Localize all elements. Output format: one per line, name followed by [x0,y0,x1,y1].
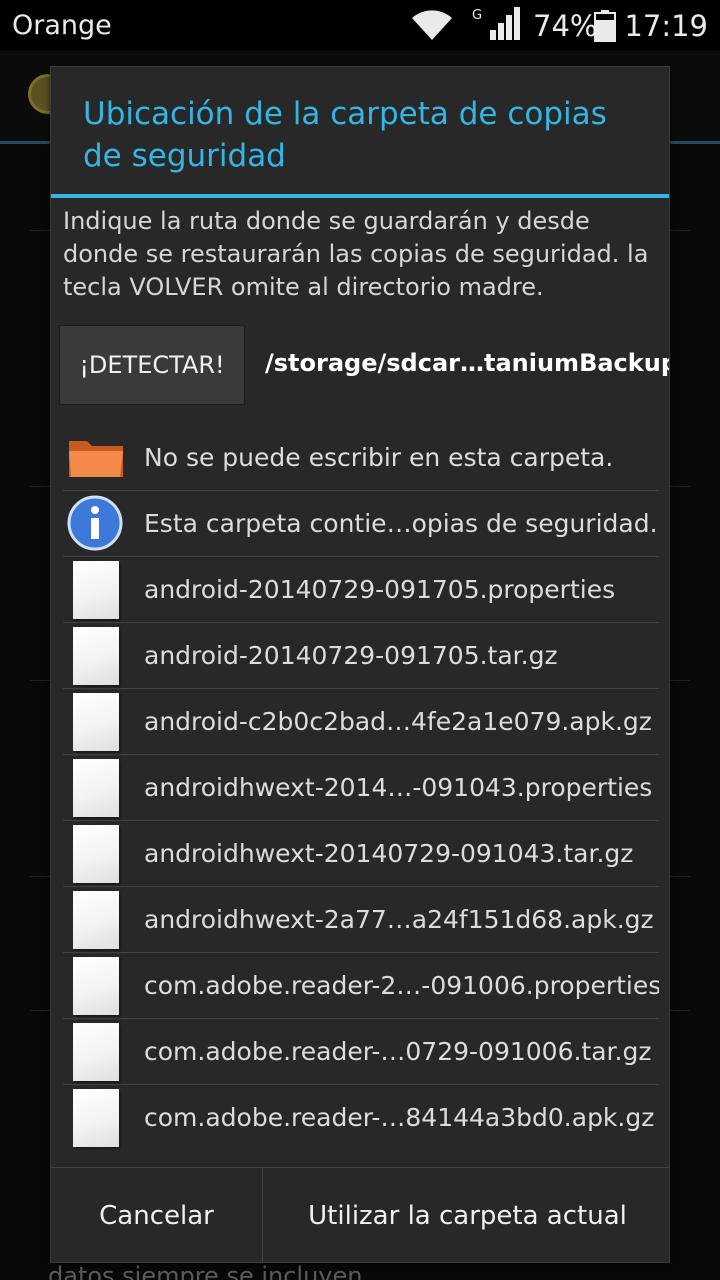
list-item-label: android-20140729-091705.properties [144,575,616,604]
cancel-button[interactable]: Cancelar [51,1168,263,1262]
file-icon [73,891,119,949]
list-item[interactable]: android-20140729-091705.properties [63,557,659,623]
file-icon [73,825,119,883]
list-item-label: androidhwext-20140729-091043.tar.gz [144,839,634,868]
info-icon [67,495,123,551]
background-footer-text: datos siempre se incluyen. [48,1262,371,1280]
list-item-label: com.adobe.reader-…84144a3bd0.apk.gz [144,1103,655,1132]
use-current-folder-button[interactable]: Utilizar la carpeta actual [264,1168,669,1262]
file-icon [73,759,119,817]
list-item[interactable]: com.adobe.reader-…84144a3bd0.apk.gz [63,1085,659,1150]
wifi-icon [412,10,452,40]
file-icon [73,1023,119,1081]
status-bar: Orange G 74% 17:19 [0,0,720,50]
list-item[interactable]: Esta carpeta contie…opias de seguridad. [63,491,659,557]
list-item[interactable]: com.adobe.reader-2…-091006.properties [63,953,659,1019]
file-icon [73,561,119,619]
list-item-label: android-20140729-091705.tar.gz [144,641,558,670]
detect-button[interactable]: ¡DETECTAR! [59,325,245,405]
dialog-title: Ubicación de la carpeta de copias de seg… [83,96,607,174]
battery-icon [594,10,616,42]
list-item-label: androidhwext-2a77…a24f151d68.apk.gz [144,905,654,934]
signal-icon: G [472,7,520,40]
clock: 17:19 [624,9,708,43]
list-item[interactable]: android-20140729-091705.tar.gz [63,623,659,689]
list-item[interactable]: androidhwext-2a77…a24f151d68.apk.gz [63,887,659,953]
list-item-label: com.adobe.reader-…0729-091006.tar.gz [144,1037,652,1066]
folder-contents-list[interactable]: No se puede escribir en esta carpeta. Es… [63,425,659,1150]
title-divider [51,194,669,198]
folder-icon [69,441,123,477]
battery-percentage: 74% [533,9,598,43]
current-path: /storage/sdcar…taniumBackup [265,349,670,377]
list-item[interactable]: android-c2b0c2bad…4fe2a1e079.apk.gz [63,689,659,755]
list-item[interactable]: androidhwext-2014…-091043.properties [63,755,659,821]
list-item[interactable]: com.adobe.reader-…0729-091006.tar.gz [63,1019,659,1085]
carrier-name: Orange [12,10,112,41]
dialog-description: Indique la ruta donde se guardarán y des… [63,207,649,301]
backup-folder-dialog: Ubicación de la carpeta de copias de seg… [50,66,670,1263]
file-icon [73,627,119,685]
list-item-label: com.adobe.reader-2…-091006.properties [144,971,659,1000]
file-icon [73,693,119,751]
list-item-label: No se puede escribir en esta carpeta. [144,443,614,472]
list-item-label: android-c2b0c2bad…4fe2a1e079.apk.gz [144,707,652,736]
dialog-button-bar: Cancelar Utilizar la carpeta actual [51,1167,669,1262]
file-icon [73,1089,119,1147]
list-item[interactable]: androidhwext-20140729-091043.tar.gz [63,821,659,887]
network-type-label: G [472,8,482,23]
list-item-label: Esta carpeta contie…opias de seguridad. [144,509,658,538]
file-icon [73,957,119,1015]
list-item[interactable]: No se puede escribir en esta carpeta. [63,425,659,491]
list-item-label: androidhwext-2014…-091043.properties [144,773,653,802]
